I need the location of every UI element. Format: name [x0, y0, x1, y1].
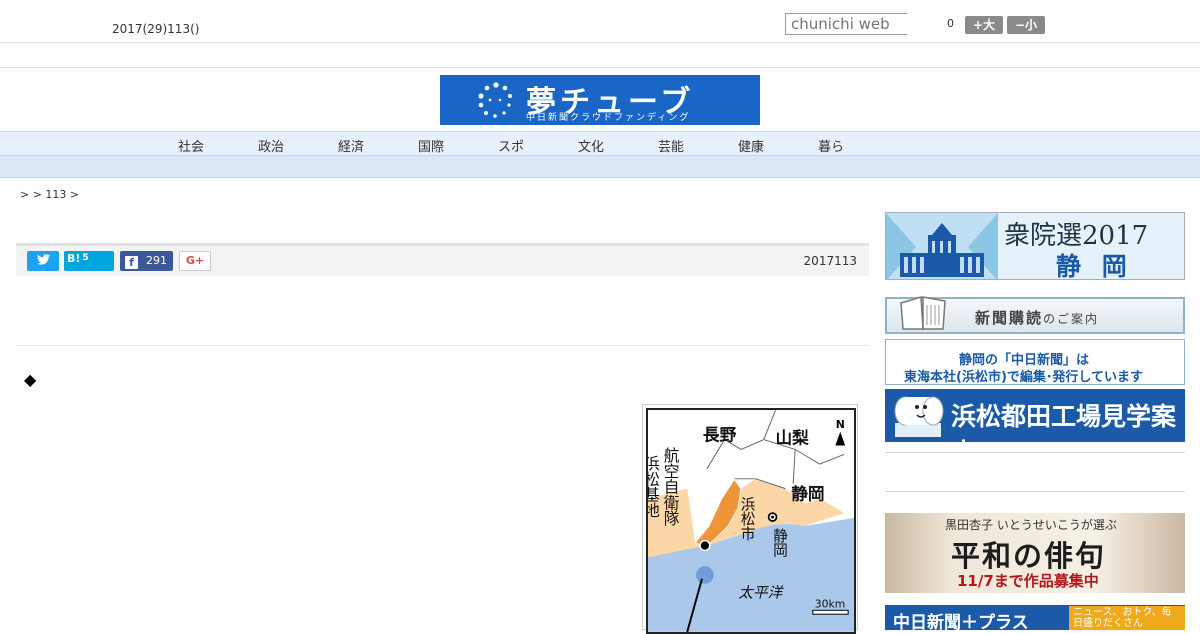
peace-haiku-ad[interactable]: 黒田杏子 いとうせいこうが選ぶ 平和の俳句 11/7まで作品募集中: [885, 513, 1185, 593]
nav-item[interactable]: 経済: [338, 136, 364, 155]
hatena-label: B!: [67, 252, 81, 265]
twitter-share-button[interactable]: [27, 251, 59, 271]
map-label-yamanashi: 山梨: [776, 428, 810, 448]
map-label-pacific: 太平洋: [738, 585, 784, 602]
header-date: 2017(29)113(): [112, 22, 200, 36]
search-input[interactable]: [785, 13, 907, 35]
social-share-row: B! 5 f 291 G+ 2017113: [16, 243, 869, 276]
category-nav: 社会 政治 経済 国際 スポ 文化 芸能 健康 暮ら: [0, 131, 1200, 156]
top-bar: 2017(29)113() 0 +大 −小: [0, 0, 1200, 43]
newspaper-icon: [900, 296, 946, 330]
nav-item[interactable]: 政治: [258, 136, 284, 155]
yume-tube-banner[interactable]: 夢チューブ 中日新聞クラウドファンディング: [440, 75, 760, 125]
twitter-bird-icon: [36, 254, 50, 265]
nav-item[interactable]: スポ: [498, 136, 524, 155]
header-divider-bar: [0, 44, 1200, 68]
nav-item[interactable]: 暮ら: [818, 136, 844, 155]
nav-item[interactable]: 芸能: [658, 136, 684, 155]
facebook-icon: f: [125, 256, 138, 269]
sidebar-divider: [885, 452, 1185, 453]
map-scale: 30km: [815, 597, 845, 610]
map-label-jsdf: 航空自衛隊: [661, 447, 680, 527]
nav-item[interactable]: 国際: [418, 136, 444, 155]
header-count: 0: [947, 17, 954, 30]
newspaper-roll-mascot-icon: [894, 396, 944, 437]
facebook-count: 291: [146, 254, 167, 267]
hatena-bookmark-button[interactable]: B! 5: [64, 251, 114, 271]
banner-subtitle: 中日新聞クラウドファンディング: [526, 113, 691, 123]
factory-tour-ad[interactable]: 浜松都田工場見学案内: [885, 389, 1185, 467]
haiku-line2: 平和の俳句: [951, 539, 1107, 573]
nav-item[interactable]: 社会: [178, 136, 204, 155]
election-2017-ad[interactable]: 衆院選2017 静 岡: [885, 212, 1185, 280]
election-subtitle: 静 岡: [1056, 252, 1133, 280]
breadcrumb: > > 113 >: [20, 188, 80, 201]
plus-title: 中日新聞＋プラス: [893, 613, 1029, 630]
subscription-main: 新聞購読: [975, 309, 1044, 327]
nav-item[interactable]: 文化: [578, 136, 604, 155]
haiku-line1: 黒田杏子 いとうせいこうが選ぶ: [945, 518, 1117, 532]
article-bullet: ◆: [24, 370, 37, 389]
dots-logo-icon: [478, 82, 512, 118]
diet-building-icon: [886, 213, 998, 279]
subscription-suffix: のご案内: [1043, 312, 1100, 326]
hatena-count: 5: [82, 253, 89, 263]
chunichi-info-ad[interactable]: 静岡の「中日新聞」は 東海本社(浜松市)で編集･発行しています: [885, 339, 1185, 385]
subscription-ad[interactable]: 新聞購読のご案内: [885, 296, 1185, 334]
map-north: N: [836, 418, 845, 431]
facebook-share-button[interactable]: f 291: [120, 251, 173, 271]
font-larger-button[interactable]: +大: [965, 16, 1003, 34]
google-plus-button[interactable]: G+: [179, 251, 211, 271]
chunichi-plus-ad[interactable]: 中日新聞＋プラス ニュース、おトク、毎日盛りだくさん: [885, 605, 1185, 630]
sub-nav-bar: [0, 156, 1200, 178]
sidebar-divider: [885, 491, 1185, 492]
map-label-nagano: 長野: [703, 426, 737, 445]
chunichi-info-line2: 東海本社(浜松市)で編集･発行しています: [904, 370, 1143, 385]
map-label-shizuoka-city: 静岡: [771, 528, 788, 559]
plus-tagline: ニュース、おトク、毎日盛りだくさん: [1069, 606, 1185, 630]
article-divider: [16, 345, 869, 346]
map-label-base: 浜松基地: [646, 455, 660, 518]
article-map-figure[interactable]: N 長野 山梨 静岡 太平洋 30km 浜松基地 航空自衛隊 浜松市 静岡: [642, 404, 858, 634]
article-date: 2017113: [803, 254, 857, 268]
font-smaller-button[interactable]: −小: [1007, 16, 1045, 34]
haiku-line3: 11/7まで作品募集中: [957, 572, 1099, 590]
shizuoka-map: N 長野 山梨 静岡 太平洋 30km 浜松基地 航空自衛隊 浜松市 静岡: [646, 408, 856, 634]
map-label-hamamatsu: 浜松市: [739, 496, 756, 540]
map-label-shizuoka-pref: 静岡: [791, 483, 824, 503]
nav-item[interactable]: 健康: [738, 136, 764, 155]
factory-tour-label: 浜松都田工場見学案内: [951, 402, 1177, 467]
